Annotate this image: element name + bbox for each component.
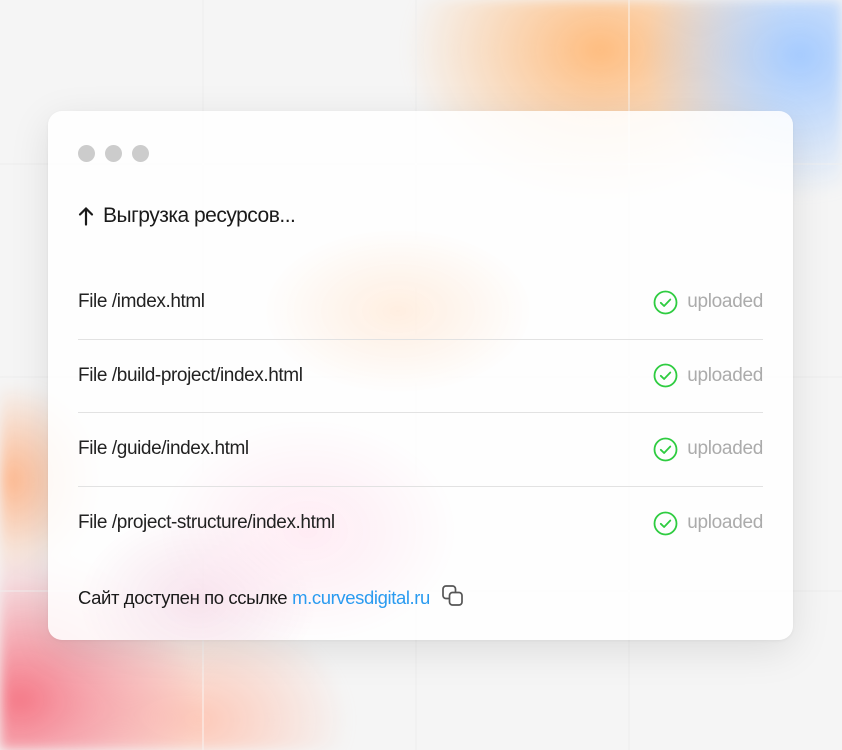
upload-window: Выгрузка ресурсов... File /imdex.html up… [48,111,793,640]
window-dot-maximize[interactable] [132,145,149,162]
file-row: File /guide/index.html uploaded [78,413,763,487]
file-row: File /project-structure/index.html uploa… [78,487,763,561]
arrow-up-icon [78,206,94,226]
window-dot-close[interactable] [78,145,95,162]
upload-status: uploaded [653,437,763,462]
file-name: File /imdex.html [78,291,205,313]
file-name: File /project-structure/index.html [78,512,335,534]
check-circle-icon [653,363,678,388]
status-text: uploaded [687,512,763,534]
window-title-row: Выгрузка ресурсов... [78,201,296,231]
check-circle-icon [653,290,678,315]
file-list: File /imdex.html uploaded File /build-pr… [78,266,763,560]
copy-icon [441,584,465,613]
status-text: uploaded [687,438,763,460]
footer-text: Сайт доступен по ссылке [78,587,288,608]
file-name: File /build-project/index.html [78,364,303,386]
footer: Сайт доступен по ссылке m.curvesdigital.… [78,583,465,613]
file-row: File /build-project/index.html uploaded [78,340,763,413]
window-controls [78,145,149,162]
site-link[interactable]: m.curvesdigital.ru [292,587,430,609]
upload-status: uploaded [653,363,763,388]
file-row: File /imdex.html uploaded [78,266,763,340]
window-title: Выгрузка ресурсов... [103,204,296,227]
upload-status: uploaded [653,511,763,536]
window-dot-minimize[interactable] [105,145,122,162]
status-text: uploaded [687,291,763,313]
check-circle-icon [653,437,678,462]
copy-button[interactable] [441,584,465,613]
status-text: uploaded [687,364,763,386]
upload-status: uploaded [653,290,763,315]
check-circle-icon [653,511,678,536]
file-name: File /guide/index.html [78,438,249,460]
